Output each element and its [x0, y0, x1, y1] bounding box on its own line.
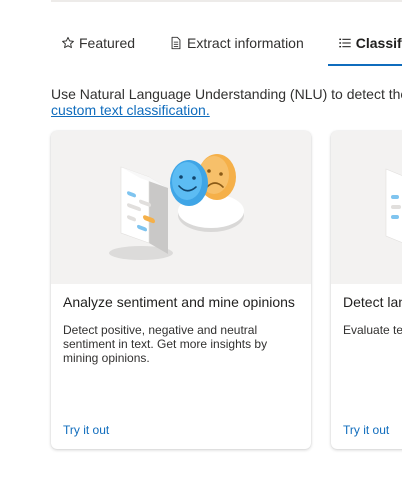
- sentiment-illustration: [109, 154, 244, 260]
- tab-extract-information[interactable]: Extract information: [159, 27, 314, 59]
- card-image: [331, 131, 402, 284]
- tab-classify-label: Classify: [355, 35, 402, 51]
- card-title: Detect lan: [343, 294, 402, 310]
- document-icon: [169, 36, 183, 50]
- card-analyze-sentiment[interactable]: Analyze sentiment and mine opinions Dete…: [51, 131, 311, 449]
- star-icon: [61, 36, 75, 50]
- page-description: Use Natural Language Understanding (NLU)…: [51, 86, 402, 118]
- tab-bar: Featured Extract information Classif: [51, 27, 402, 67]
- card-description: Detect positive, negative and neutral se…: [63, 323, 268, 365]
- card-detect-language[interactable]: Detect lan Evaluate te languages Try it …: [331, 131, 402, 449]
- try-it-out-link[interactable]: Try it out: [63, 423, 109, 437]
- custom-text-classification-link[interactable]: custom text classification.: [51, 102, 210, 118]
- tab-featured-label: Featured: [79, 35, 136, 51]
- card-image: [51, 131, 311, 284]
- language-illustration: [385, 168, 402, 243]
- page: Featured Extract information Classif Use…: [0, 0, 402, 496]
- description-text: Use Natural Language Understanding (NLU)…: [51, 86, 402, 102]
- card-title: Analyze sentiment and mine opinions: [63, 294, 295, 310]
- top-divider: [51, 0, 402, 2]
- try-it-out-link[interactable]: Try it out: [343, 423, 389, 437]
- card-description: Evaluate te languages: [343, 323, 402, 337]
- tab-extract-label: Extract information: [187, 35, 304, 51]
- list-icon: [338, 36, 352, 50]
- tab-classify[interactable]: Classify: [327, 27, 402, 66]
- tab-featured[interactable]: Featured: [51, 27, 145, 59]
